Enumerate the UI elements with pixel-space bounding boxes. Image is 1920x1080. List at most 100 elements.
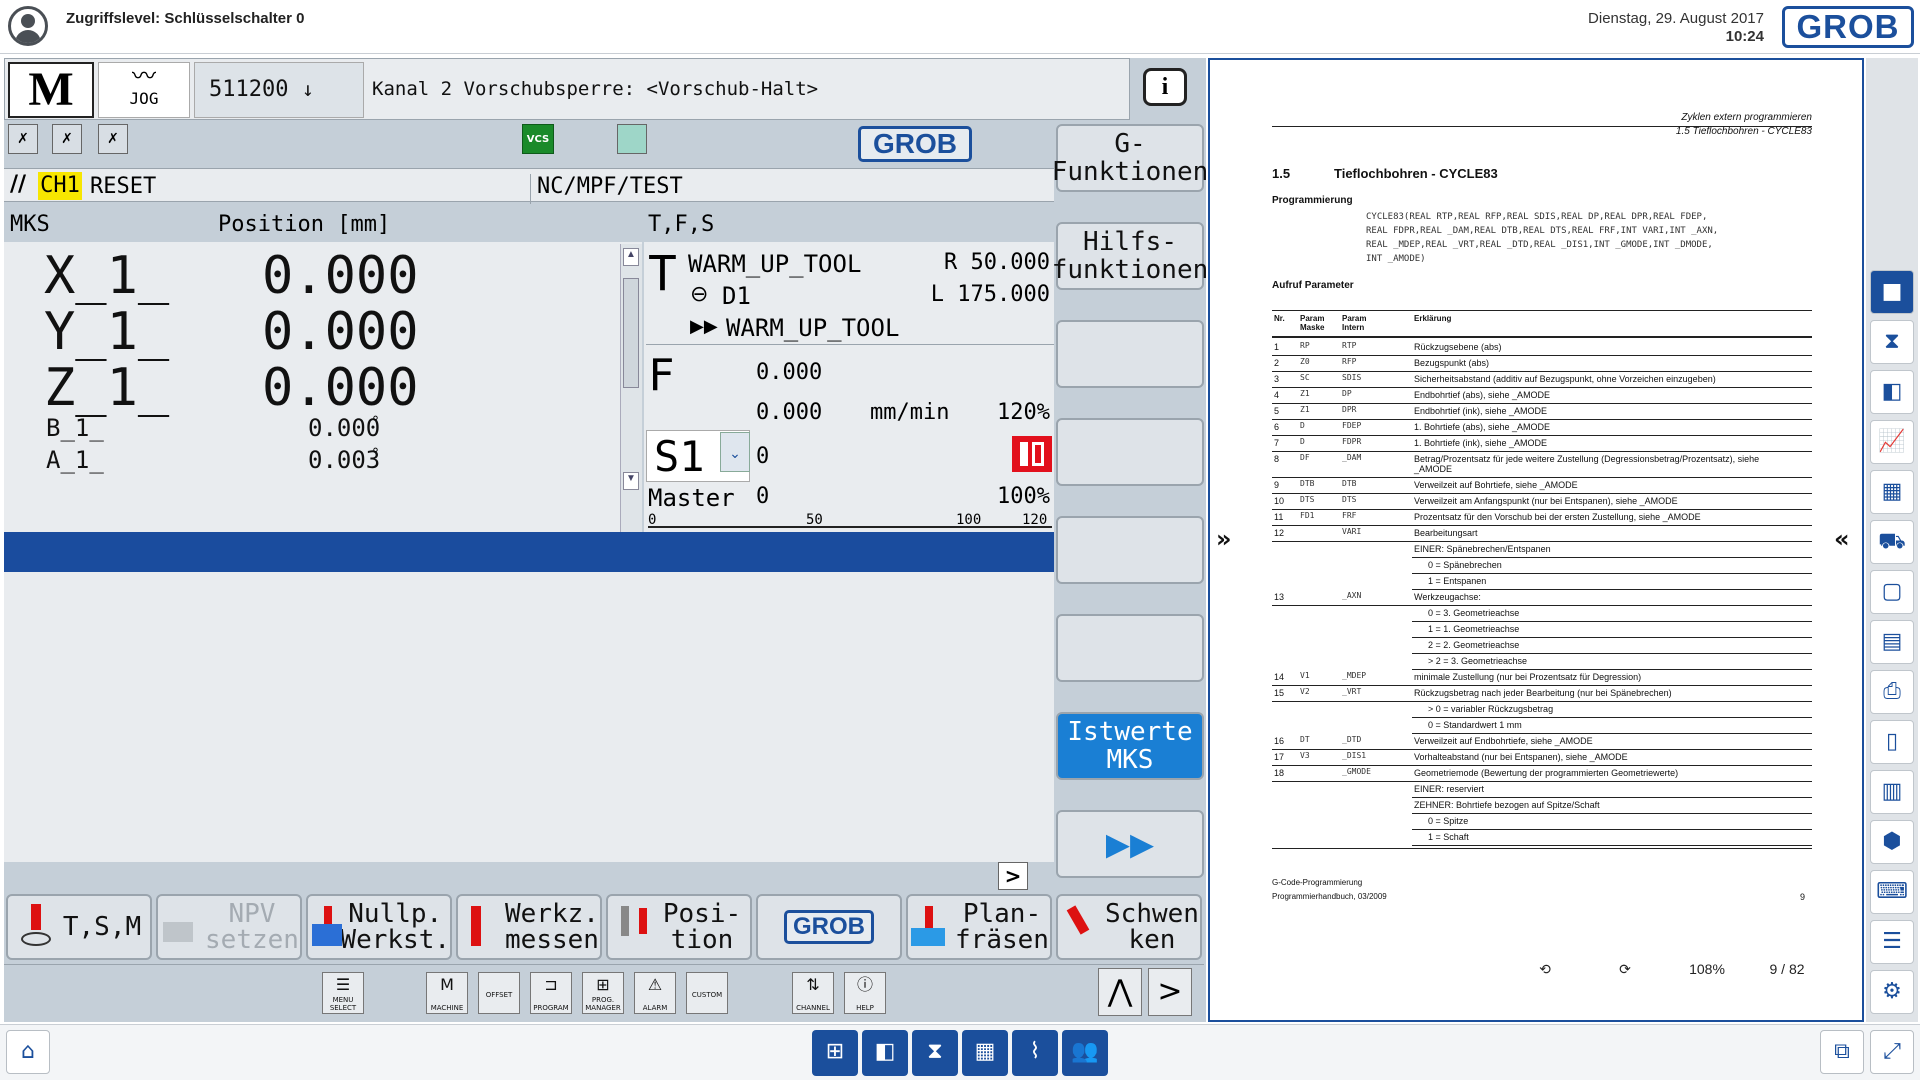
workpiece-icon[interactable]: ⊞ (812, 1030, 858, 1076)
home-icon[interactable]: ⌂ (6, 1030, 50, 1074)
param-explanation: 1 = Schaft (1428, 832, 1469, 842)
param-row: 2 = 2. Geometrieachse (1272, 638, 1812, 654)
axis-name: Z_1_ (44, 358, 170, 418)
page-up-key[interactable]: ⋀ (1098, 968, 1142, 1016)
chart-icon[interactable]: 📈 (1870, 420, 1914, 464)
table-rule (1272, 336, 1812, 338)
channel-status-row (4, 168, 1054, 202)
param-intern: RTP (1342, 341, 1357, 350)
program-manager-key[interactable]: ⊞ PROG. MANAGER (582, 972, 624, 1014)
hourglass-icon[interactable]: ⧗ (912, 1030, 958, 1076)
rotate-left-icon[interactable]: ⟲ (1510, 946, 1580, 992)
softkey-position[interactable]: Posi- tion (606, 894, 752, 960)
code-line: REAL _MDEP,REAL _VRT,REAL _DTD,REAL _DIS… (1366, 240, 1713, 250)
param-row: 8 DF _DAM Betrag/Prozentsatz für jede weite… (1272, 452, 1812, 478)
softkey-aux-functions[interactable]: Hilfs- funktionen (1052, 222, 1208, 290)
axis-scrollbar[interactable]: ▲ ▼ (620, 244, 642, 532)
position-header: Position [mm] (218, 212, 391, 237)
param-explanation: Rückzugsbetrag nach jeder Bearbeitung (n… (1414, 688, 1672, 698)
softkey-empty-3[interactable] (1056, 320, 1204, 388)
param-explanation: Verweilzeit auf Bohrtiefe, siehe _AMODE (1414, 480, 1578, 490)
program-key[interactable]: ⊐ PROGRAM (530, 972, 572, 1014)
softkey-actual-values-mks[interactable]: Istwerte MKS (1056, 712, 1204, 780)
param-row: 16 DT _DTD Verweilzeit auf Endbohrtiefe, si… (1272, 734, 1812, 750)
channel-key[interactable]: ⇅ CHANNEL (792, 972, 834, 1014)
alarm-key[interactable]: ⚠ ALARM (634, 972, 676, 1014)
drive-status-3-icon: ✗ (98, 124, 128, 154)
gear-icon[interactable]: ⚙ (1870, 970, 1914, 1014)
pdf-next-button[interactable]: « (1834, 525, 1850, 553)
window-switch-icon[interactable]: ⧉ (1820, 1030, 1864, 1074)
help-key[interactable]: ⓘ HELP (844, 972, 886, 1014)
param-explanation: Verweilzeit am Anfangspunkt (nur bei Ent… (1414, 496, 1678, 506)
param-row: 2 Z0 RFP Bezugspunkt (abs) (1272, 356, 1812, 372)
softkey-empty-5[interactable] (1056, 516, 1204, 584)
param-row: 18 _GMODE Geometriemode (Bewertung der pro… (1272, 766, 1812, 782)
box-icon[interactable]: ⬢ (1870, 820, 1914, 864)
zoom-level[interactable]: 108% (1672, 946, 1742, 992)
softkey-empty-4[interactable] (1056, 418, 1204, 486)
offset-key[interactable]: OFFSET (478, 972, 520, 1014)
pdf-icon[interactable]: ⎙ (1870, 670, 1914, 714)
alarm-message[interactable]: Kanal 2 Vorschubsperre: <Vorschub-Halt> (372, 78, 818, 100)
spindle-dropdown-icon[interactable]: ⌄ (720, 432, 750, 472)
running-head: Zyklen extern programmieren (1681, 112, 1812, 123)
camera-icon[interactable]: ■ (1870, 270, 1914, 314)
softkey-tsm[interactable]: T,S,M (6, 894, 152, 960)
param-nr: 9 (1274, 480, 1280, 490)
scroll-down-icon[interactable]: ▼ (623, 472, 639, 490)
fullscreen-icon[interactable]: ⤢ (1870, 1030, 1914, 1074)
table-rule (1272, 310, 1812, 311)
softkey-empty-6[interactable] (1056, 614, 1204, 682)
page-right-key[interactable]: > (1148, 968, 1192, 1016)
calculator-icon[interactable]: ▤ (1870, 620, 1914, 664)
param-row: 12 VARI Bearbeitungsart (1272, 526, 1812, 542)
softkey-tool-measure[interactable]: Werkz. messen (456, 894, 602, 960)
param-row: 4 Z1 DP Endbohrtief (abs), siehe _AMODE (1272, 388, 1812, 404)
param-row: EINER: Spänebrechen/Entspanen (1272, 542, 1812, 558)
scroll-up-icon[interactable]: ▲ (623, 248, 639, 266)
list-icon[interactable]: ☰ (1870, 920, 1914, 964)
chart-icon[interactable]: ⌇ (1012, 1030, 1058, 1076)
softkey-face-milling[interactable]: Plan- fräsen (906, 894, 1052, 960)
softkey-g-functions[interactable]: G- Funktionen (1052, 124, 1208, 192)
spindle-stop-icon (1012, 436, 1052, 472)
position-icon (617, 904, 655, 950)
param-explanation: 0 = Spänebrechen (1428, 560, 1502, 570)
cutting-edge-icon: ⊖ (690, 282, 709, 307)
hourglass-icon[interactable]: ⧗ (1870, 320, 1914, 364)
scroll-thumb[interactable] (623, 278, 639, 388)
softkey-swivel[interactable]: Schwen ken (1056, 894, 1202, 960)
next-page-button[interactable]: > (998, 862, 1028, 890)
map-icon[interactable]: ▥ (1870, 770, 1914, 814)
pdf-prev-button[interactable]: » (1216, 525, 1232, 553)
pdf-page-number: 9 (1800, 892, 1806, 902)
document-icon[interactable]: ▯ (1870, 720, 1914, 764)
custom-key[interactable]: CUSTOM (686, 972, 728, 1014)
softkey-grob[interactable]: GROB (756, 894, 902, 960)
calendar-icon[interactable]: ▦ (962, 1030, 1008, 1076)
cube-icon[interactable]: ◧ (1870, 370, 1914, 414)
softkey-npv-set[interactable]: NPV setzen (156, 894, 302, 960)
rotate-right-icon[interactable]: ⟳ (1590, 946, 1660, 992)
note-icon[interactable]: ▢ (1870, 570, 1914, 614)
users-icon[interactable]: 👥 (1062, 1030, 1108, 1076)
keyboard-icon[interactable]: ⌨ (1870, 870, 1914, 914)
machine-key[interactable]: M MACHINE (426, 972, 468, 1014)
user-avatar-icon[interactable] (8, 6, 48, 46)
machine-mode-icon[interactable]: M (8, 62, 94, 118)
info-button[interactable]: i (1143, 68, 1187, 106)
cube-icon[interactable]: ◧ (862, 1030, 908, 1076)
cart-icon[interactable]: ⛟ (1870, 520, 1914, 564)
param-nr: 10 (1274, 496, 1285, 506)
pdf-footer: Programmierhandbuch, 03/2009 (1272, 892, 1387, 901)
axis-name: B_1_ (46, 414, 104, 442)
menu-select-key[interactable]: ☰ MENU SELECT (322, 972, 364, 1014)
jog-wave-icon: 〰 (132, 62, 156, 90)
calendar-icon[interactable]: ▦ (1870, 470, 1914, 514)
param-explanation: Werkzeugachse: (1414, 592, 1481, 602)
softkey-zero-workpiece[interactable]: Nullp. Werkst. (306, 894, 452, 960)
softkey-more[interactable]: ▶▶ (1056, 810, 1204, 878)
param-mask: D (1300, 421, 1305, 430)
spindle-name: S1 (654, 432, 705, 481)
